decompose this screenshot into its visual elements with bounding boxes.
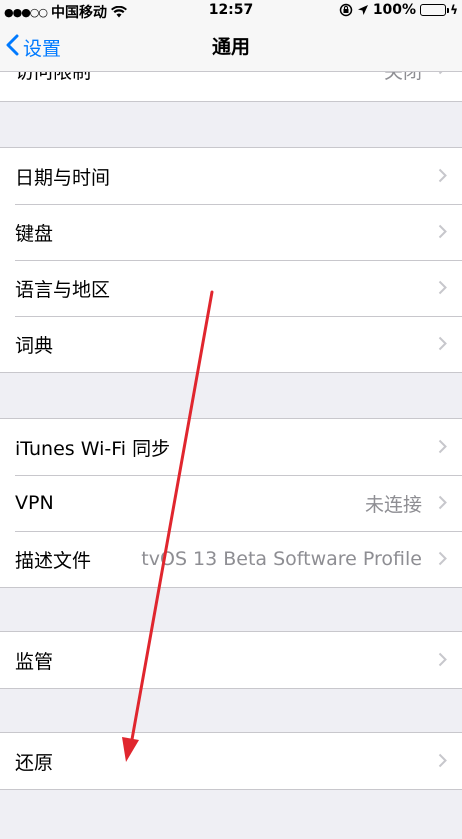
chevron-right-icon	[438, 280, 447, 295]
vpn-row[interactable]: VPN 未连接	[0, 475, 462, 531]
row-label: 访问限制	[15, 72, 92, 83]
settings-group-network: iTunes Wi-Fi 同步 VPN 未连接 描述文件 tvOS 13 Bet…	[0, 418, 462, 588]
profile-row[interactable]: 描述文件 tvOS 13 Beta Software Profile	[0, 531, 462, 587]
chevron-right-icon	[438, 753, 447, 768]
chevron-right-icon	[438, 652, 447, 667]
battery-icon	[420, 4, 450, 16]
status-bar: ●●●○○ 中国移动 12:57 100% ϟ	[0, 0, 462, 22]
keyboard-row[interactable]: 键盘	[0, 204, 462, 260]
date-time-row[interactable]: 日期与时间	[0, 148, 462, 204]
chevron-right-icon	[438, 168, 447, 183]
chevron-right-icon	[438, 495, 447, 510]
settings-group-datetime: 日期与时间 键盘 语言与地区 词典	[0, 147, 462, 373]
dictionary-row[interactable]: 词典	[0, 316, 462, 372]
row-label: 键盘	[15, 222, 54, 245]
language-region-row[interactable]: 语言与地区	[0, 260, 462, 316]
row-label: 描述文件	[15, 549, 92, 572]
chevron-right-icon	[438, 439, 447, 454]
vpn-status: 未连接	[364, 493, 422, 516]
row-label: 词典	[15, 334, 54, 357]
restrictions-row[interactable]: 访问限制 关闭	[0, 72, 462, 102]
settings-group-supervision: 监管	[0, 631, 462, 689]
navigation-bar: 设置 通用	[0, 22, 462, 72]
itunes-wifi-sync-row[interactable]: iTunes Wi-Fi 同步	[0, 419, 462, 475]
chevron-right-icon	[438, 224, 447, 239]
row-label: 日期与时间	[15, 166, 111, 189]
lock-rotation-icon	[339, 3, 353, 17]
settings-group-reset: 还原	[0, 732, 462, 790]
page-title: 通用	[211, 36, 250, 58]
row-label: VPN	[15, 492, 54, 514]
chevron-right-icon	[438, 336, 447, 351]
supervision-row[interactable]: 监管	[0, 632, 462, 688]
charging-icon: ϟ	[450, 3, 458, 17]
reset-row[interactable]: 还原	[0, 733, 462, 789]
chevron-right-icon	[438, 551, 447, 566]
battery-percent: 100%	[372, 2, 417, 18]
row-value: 关闭	[383, 72, 422, 83]
row-label: 监管	[15, 650, 54, 673]
profile-name: tvOS 13 Beta Software Profile	[141, 548, 422, 570]
row-label: iTunes Wi-Fi 同步	[15, 437, 171, 460]
row-label: 还原	[15, 751, 54, 774]
row-label: 语言与地区	[15, 278, 111, 301]
chevron-right-icon	[438, 72, 447, 75]
location-icon	[357, 4, 369, 16]
